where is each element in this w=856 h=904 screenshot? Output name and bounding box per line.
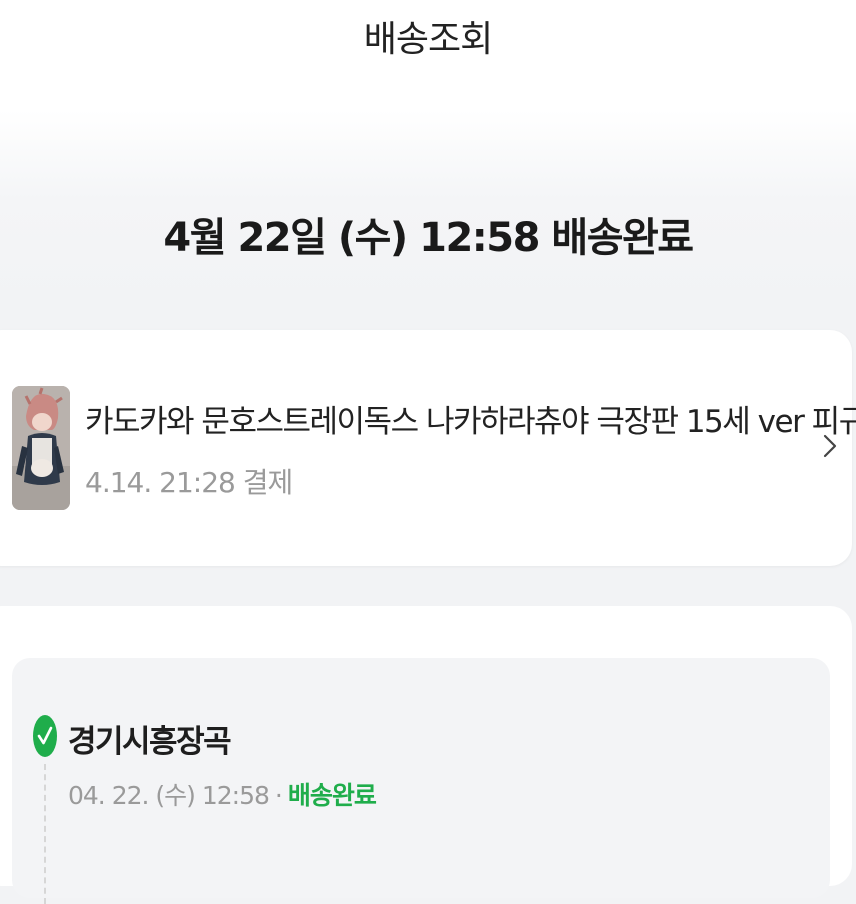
product-thumbnail — [12, 386, 70, 510]
product-name: 카도카와 문호스트레이독스 나카하라츄야 극장판 15세 ver 피규어 — [85, 404, 856, 440]
tracking-event-detail: 04. 22. (수) 12:58 · 배송완료 — [68, 776, 377, 812]
page-title: 배송조회 — [363, 19, 493, 60]
tracking-location: 경기시흥장곡 — [68, 724, 232, 760]
order-date: 4.14. 21:28 결제 — [85, 466, 293, 499]
figure-thumbnail-image — [12, 386, 70, 510]
check-circle-icon — [33, 715, 57, 757]
delivery-status-headline: 4월 22일 (수) 12:58 배송완료 — [163, 215, 694, 261]
tracking-timeline: 경기시흥장곡 04. 22. (수) 12:58 · 배송완료 — [12, 658, 830, 904]
tracking-event-separator: · — [274, 781, 283, 810]
tracking-section: 경기시흥장곡 04. 22. (수) 12:58 · 배송완료 — [0, 606, 852, 904]
chevron-right-icon[interactable] — [817, 430, 845, 462]
tracking-event-status: 배송완료 — [287, 781, 377, 810]
product-card[interactable]: 카도카와 문호스트레이독스 나카하라츄야 극장판 15세 ver 피규어 4.1… — [0, 330, 856, 566]
timeline-connector — [44, 764, 46, 904]
tracking-event-time: 04. 22. (수) 12:58 — [68, 781, 270, 810]
